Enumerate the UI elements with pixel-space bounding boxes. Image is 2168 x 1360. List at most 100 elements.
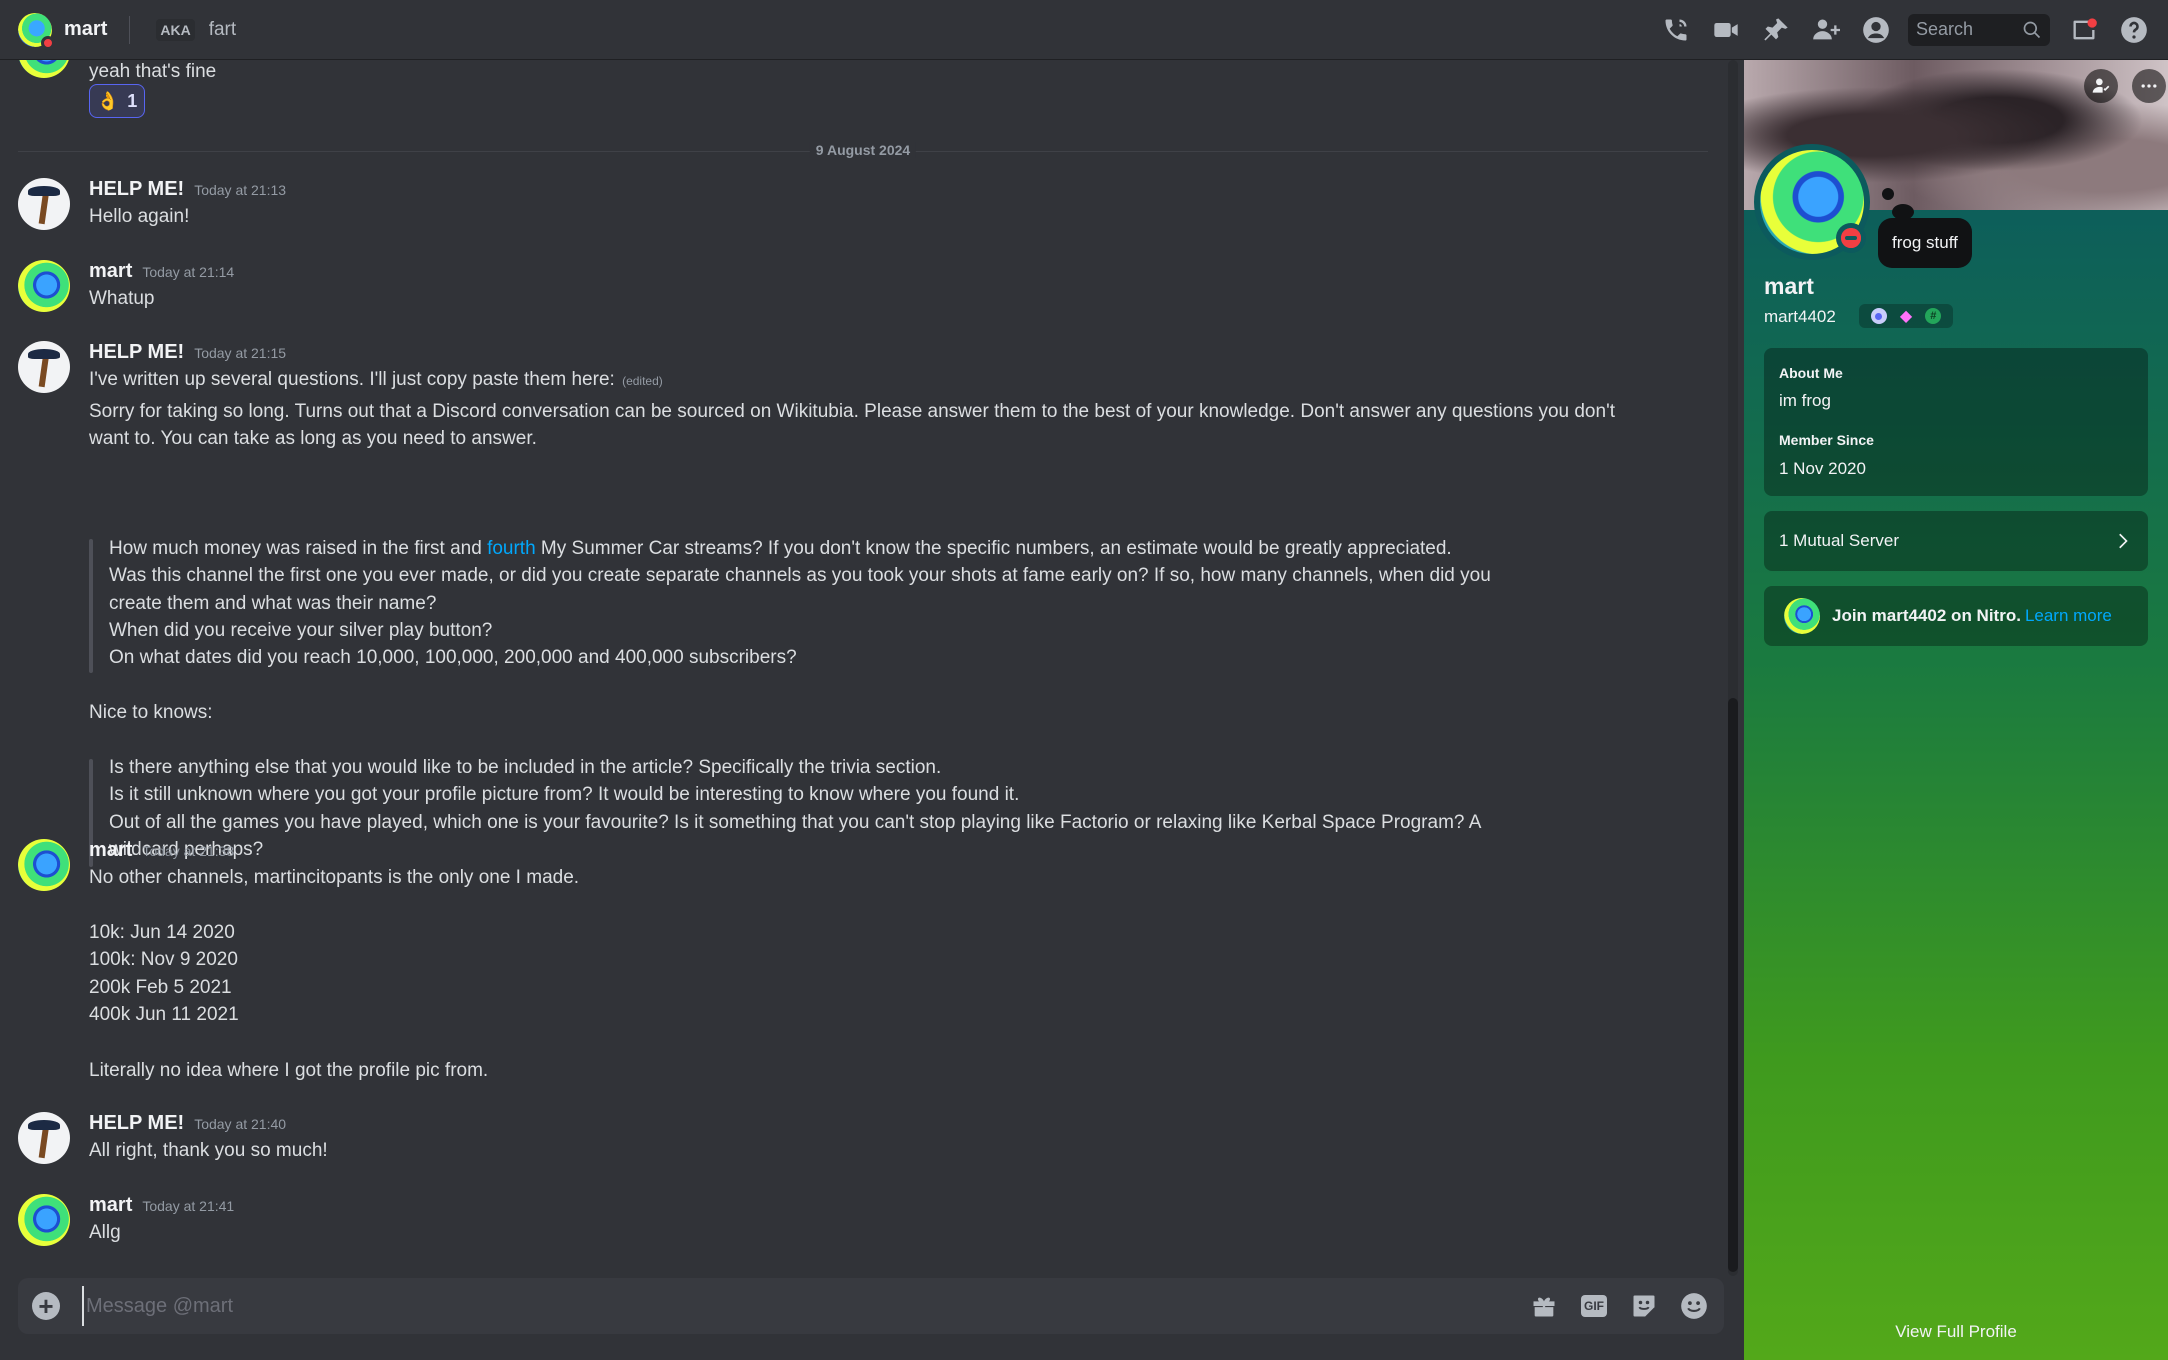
about-me-text: im frog (1779, 391, 1831, 410)
nitro-promo-text: Join mart4402 on Nitro. (1832, 606, 2021, 625)
message-text: yeah that's fine (89, 61, 217, 82)
ellipsis-icon (2141, 84, 2157, 88)
message-text: Whatup (89, 288, 155, 309)
message-list[interactable]: yeah that's fine 👌 1 9 August 2024 HELP … (0, 60, 1744, 1276)
more-options-button[interactable] (2132, 69, 2166, 103)
message-timestamp: Today at 21:40 (194, 1116, 287, 1132)
message-author[interactable]: mart Today at 21:38 (89, 839, 234, 862)
user-avatar[interactable] (18, 60, 70, 78)
member-since-date: 1 Nov 2020 (1779, 459, 1866, 478)
voice-call-icon[interactable] (1660, 14, 1692, 46)
dnd-status-icon (41, 35, 55, 50)
help-icon[interactable] (2118, 14, 2150, 46)
nitro-badge-icon[interactable] (1870, 308, 1887, 324)
user-avatar[interactable] (18, 1194, 70, 1246)
quote-line: How much money was raised in the first a… (109, 538, 1452, 559)
message-text: 100k: Nov 9 2020 (89, 949, 238, 970)
message-text: Allg (89, 1222, 121, 1243)
gift-icon[interactable] (1528, 1290, 1560, 1322)
pinned-messages-icon[interactable] (1760, 14, 1792, 46)
date-divider-label: 9 August 2024 (809, 142, 917, 158)
profile-username[interactable]: mart4402 (1764, 307, 1836, 327)
profile-display-name: mart (1764, 273, 1814, 299)
message-timestamp: Today at 21:38 (142, 843, 235, 859)
friend-status-button[interactable] (2084, 69, 2118, 103)
about-card: About Me im frog Member Since 1 Nov 2020 (1764, 348, 2148, 496)
reaction-count: 1 (127, 90, 138, 111)
message-timestamp: Today at 21:15 (194, 345, 287, 361)
inbox-icon[interactable] (2068, 14, 2100, 46)
view-full-profile-button[interactable]: View Full Profile (1744, 1322, 2168, 1342)
learn-more-link[interactable]: Learn more (2025, 606, 2112, 625)
message-text: All right, thank you so much! (89, 1140, 328, 1161)
search-input[interactable]: Search (1908, 13, 2050, 46)
message-author[interactable]: HELP ME! Today at 21:40 (89, 1112, 286, 1135)
message-author[interactable]: HELP ME! Today at 21:15 (89, 341, 286, 364)
quote-line: When did you receive your silver play bu… (109, 620, 493, 641)
about-me-label: About Me (1779, 365, 1843, 381)
message-text: No other channels, martincitopants is th… (89, 867, 580, 888)
message-text: Sorry for taking so long. Turns out that… (89, 401, 1615, 422)
message-text: 200k Feb 5 2021 (89, 977, 232, 998)
nitro-promo: Join mart4402 on Nitro. Learn more (1764, 586, 2148, 646)
quote-line: Out of all the games you have played, wh… (109, 812, 1482, 833)
edited-tag: (edited) (622, 374, 663, 388)
message-text: 400k Jun 11 2021 (89, 1004, 239, 1025)
search-icon (2023, 21, 2041, 38)
video-call-icon[interactable] (1710, 14, 1742, 46)
message-text: I've written up several questions. I'll … (89, 369, 663, 390)
user-avatar[interactable] (18, 178, 70, 230)
chevron-right-icon (2119, 533, 2128, 549)
aka-tag: AKA (156, 18, 195, 41)
quote-line: Is it still unknown where you got your p… (109, 784, 1020, 805)
message-timestamp: Today at 21:41 (142, 1198, 235, 1214)
message-text: 10k: Jun 14 2020 (89, 922, 235, 943)
member-since-label: Member Since (1779, 432, 1874, 448)
nitro-promo-avatar (1784, 598, 1820, 634)
dm-avatar[interactable] (18, 12, 55, 50)
nickname: fart (208, 18, 237, 40)
quote-line: On what dates did you reach 10,000, 100,… (109, 647, 797, 668)
emoji-icon[interactable] (1678, 1290, 1710, 1322)
profile-badges: ◆ # (1859, 304, 1953, 328)
dm-title: mart (64, 18, 108, 40)
divider (129, 15, 131, 44)
quote-line: Was this channel the first one you ever … (109, 565, 1491, 586)
quote-bar (89, 539, 93, 673)
date-divider: 9 August 2024 (18, 142, 1708, 158)
scrollbar-thumb[interactable] (1728, 698, 1738, 1272)
custom-status: frog stuff (1878, 218, 1972, 268)
user-profile-panel: frog stuff mart mart4402 ◆ # About Me im… (1744, 60, 2168, 1360)
reaction-button[interactable]: 👌 1 (89, 84, 145, 118)
boost-gem-badge-icon[interactable]: ◆ (1898, 308, 1914, 325)
message-author[interactable]: mart Today at 21:14 (89, 260, 234, 283)
user-avatar[interactable] (18, 1112, 70, 1164)
user-avatar[interactable] (18, 341, 70, 393)
gif-icon: GIF (1581, 1295, 1607, 1317)
user-avatar[interactable] (18, 260, 70, 312)
message-timestamp: Today at 21:13 (194, 182, 287, 198)
search-placeholder: Search (1916, 19, 1974, 39)
add-attachment-button[interactable]: + (32, 1292, 60, 1320)
message-timestamp: Today at 21:14 (142, 264, 235, 280)
user-avatar[interactable] (18, 839, 70, 891)
message-text: Nice to knows: (89, 702, 213, 723)
message-text: want to. You can take as long as you nee… (89, 428, 537, 449)
status-bubble-dot (1882, 188, 1894, 200)
mutual-servers-button[interactable]: 1 Mutual Server (1764, 511, 2148, 571)
user-profile-icon[interactable] (1860, 14, 1892, 46)
ok-hand-emoji-icon: 👌 (96, 90, 120, 111)
message-input[interactable] (82, 1286, 1510, 1326)
top-bar: mart AKA fart Search (0, 0, 2168, 60)
dnd-status-icon (1836, 223, 1866, 253)
quest-badge-icon[interactable]: # (1925, 308, 1942, 324)
message-text: Hello again! (89, 206, 190, 227)
message-link[interactable]: fourth (487, 538, 536, 559)
message-author[interactable]: HELP ME! Today at 21:13 (89, 178, 286, 201)
sticker-icon[interactable] (1628, 1290, 1660, 1322)
quote-line: create them and what was their name? (109, 593, 437, 614)
add-friends-icon[interactable] (1810, 14, 1842, 46)
message-text: Literally no idea where I got the profil… (89, 1060, 489, 1081)
gif-button[interactable]: GIF (1578, 1290, 1610, 1322)
message-author[interactable]: mart Today at 21:41 (89, 1194, 234, 1217)
